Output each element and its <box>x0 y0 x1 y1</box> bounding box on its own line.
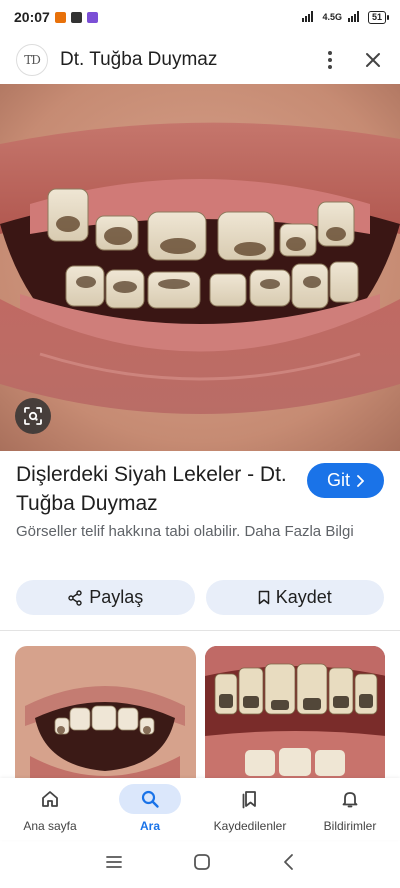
nav-label: Kaydedilenler <box>213 819 287 833</box>
chevron-right-icon <box>357 474 364 487</box>
lens-icon <box>24 407 42 425</box>
result-title-row: Dişlerdeki Siyah Lekeler - Dt. Tuğba Duy… <box>16 460 384 518</box>
more-options-icon[interactable] <box>320 48 340 72</box>
network-type: 4.5G <box>322 12 342 22</box>
close-icon[interactable] <box>362 49 384 71</box>
related-images <box>15 646 385 778</box>
visit-label: Git <box>326 470 350 490</box>
system-nav-bar <box>0 840 400 888</box>
site-name[interactable]: Dt. Tuğba Duymaz <box>60 49 217 71</box>
action-row: Paylaş Kaydet <box>16 580 384 615</box>
back-icon <box>284 853 293 870</box>
bell-icon <box>342 792 358 808</box>
battery-level: 51 <box>371 11 382 22</box>
lens-search-button[interactable] <box>15 398 51 434</box>
site-logo[interactable]: TD <box>16 44 48 76</box>
save-label: Kaydet <box>275 587 332 607</box>
square-icon <box>194 853 210 870</box>
back-button[interactable] <box>281 853 295 876</box>
menu-icon <box>106 855 122 868</box>
recent-apps-button[interactable] <box>105 854 123 875</box>
related-image[interactable] <box>204 646 385 778</box>
related-image[interactable] <box>15 646 196 778</box>
nav-label: Ara <box>139 819 160 833</box>
signal-icon <box>302 10 316 24</box>
status-time: 20:07 <box>14 9 50 25</box>
bookmark-icon <box>258 590 269 605</box>
notification-icon <box>70 11 82 23</box>
notification-icon <box>86 11 98 23</box>
save-button[interactable]: Kaydet <box>205 580 384 615</box>
result-header: TD Dt. Tuğba Duymaz <box>0 38 400 82</box>
result-image[interactable] <box>0 84 400 451</box>
nav-label: Ana sayfa <box>23 819 77 833</box>
copyright-notice[interactable]: Görseller telif hakkına tabi olabilir. D… <box>16 521 376 543</box>
battery-icon: 51 <box>367 10 390 24</box>
nav-item-search[interactable]: Ara <box>100 778 200 840</box>
visit-button[interactable]: Git <box>307 463 384 498</box>
nav-item-saved[interactable]: Kaydedilenler <box>200 778 300 840</box>
bookmarks-icon <box>242 791 256 809</box>
search-icon <box>141 790 159 808</box>
image-title[interactable]: Dişlerdeki Siyah Lekeler - Dt. Tuğba Duy… <box>16 460 296 518</box>
bottom-nav: Ana sayfa Ara Kaydedilenler Bildirimler <box>0 778 400 840</box>
divider <box>0 630 400 631</box>
share-label: Paylaş <box>89 587 144 607</box>
status-bar: 20:07 4.5G 51 <box>0 0 400 34</box>
home-icon <box>42 791 58 807</box>
notification-icon <box>54 11 66 23</box>
nav-item-home[interactable]: Ana sayfa <box>0 778 100 840</box>
share-icon <box>68 589 82 606</box>
share-button[interactable]: Paylaş <box>16 580 195 615</box>
nav-label: Bildirimler <box>323 819 377 833</box>
nav-item-notifications[interactable]: Bildirimler <box>300 778 400 840</box>
home-button[interactable] <box>193 853 211 876</box>
signal-icon <box>347 10 362 24</box>
